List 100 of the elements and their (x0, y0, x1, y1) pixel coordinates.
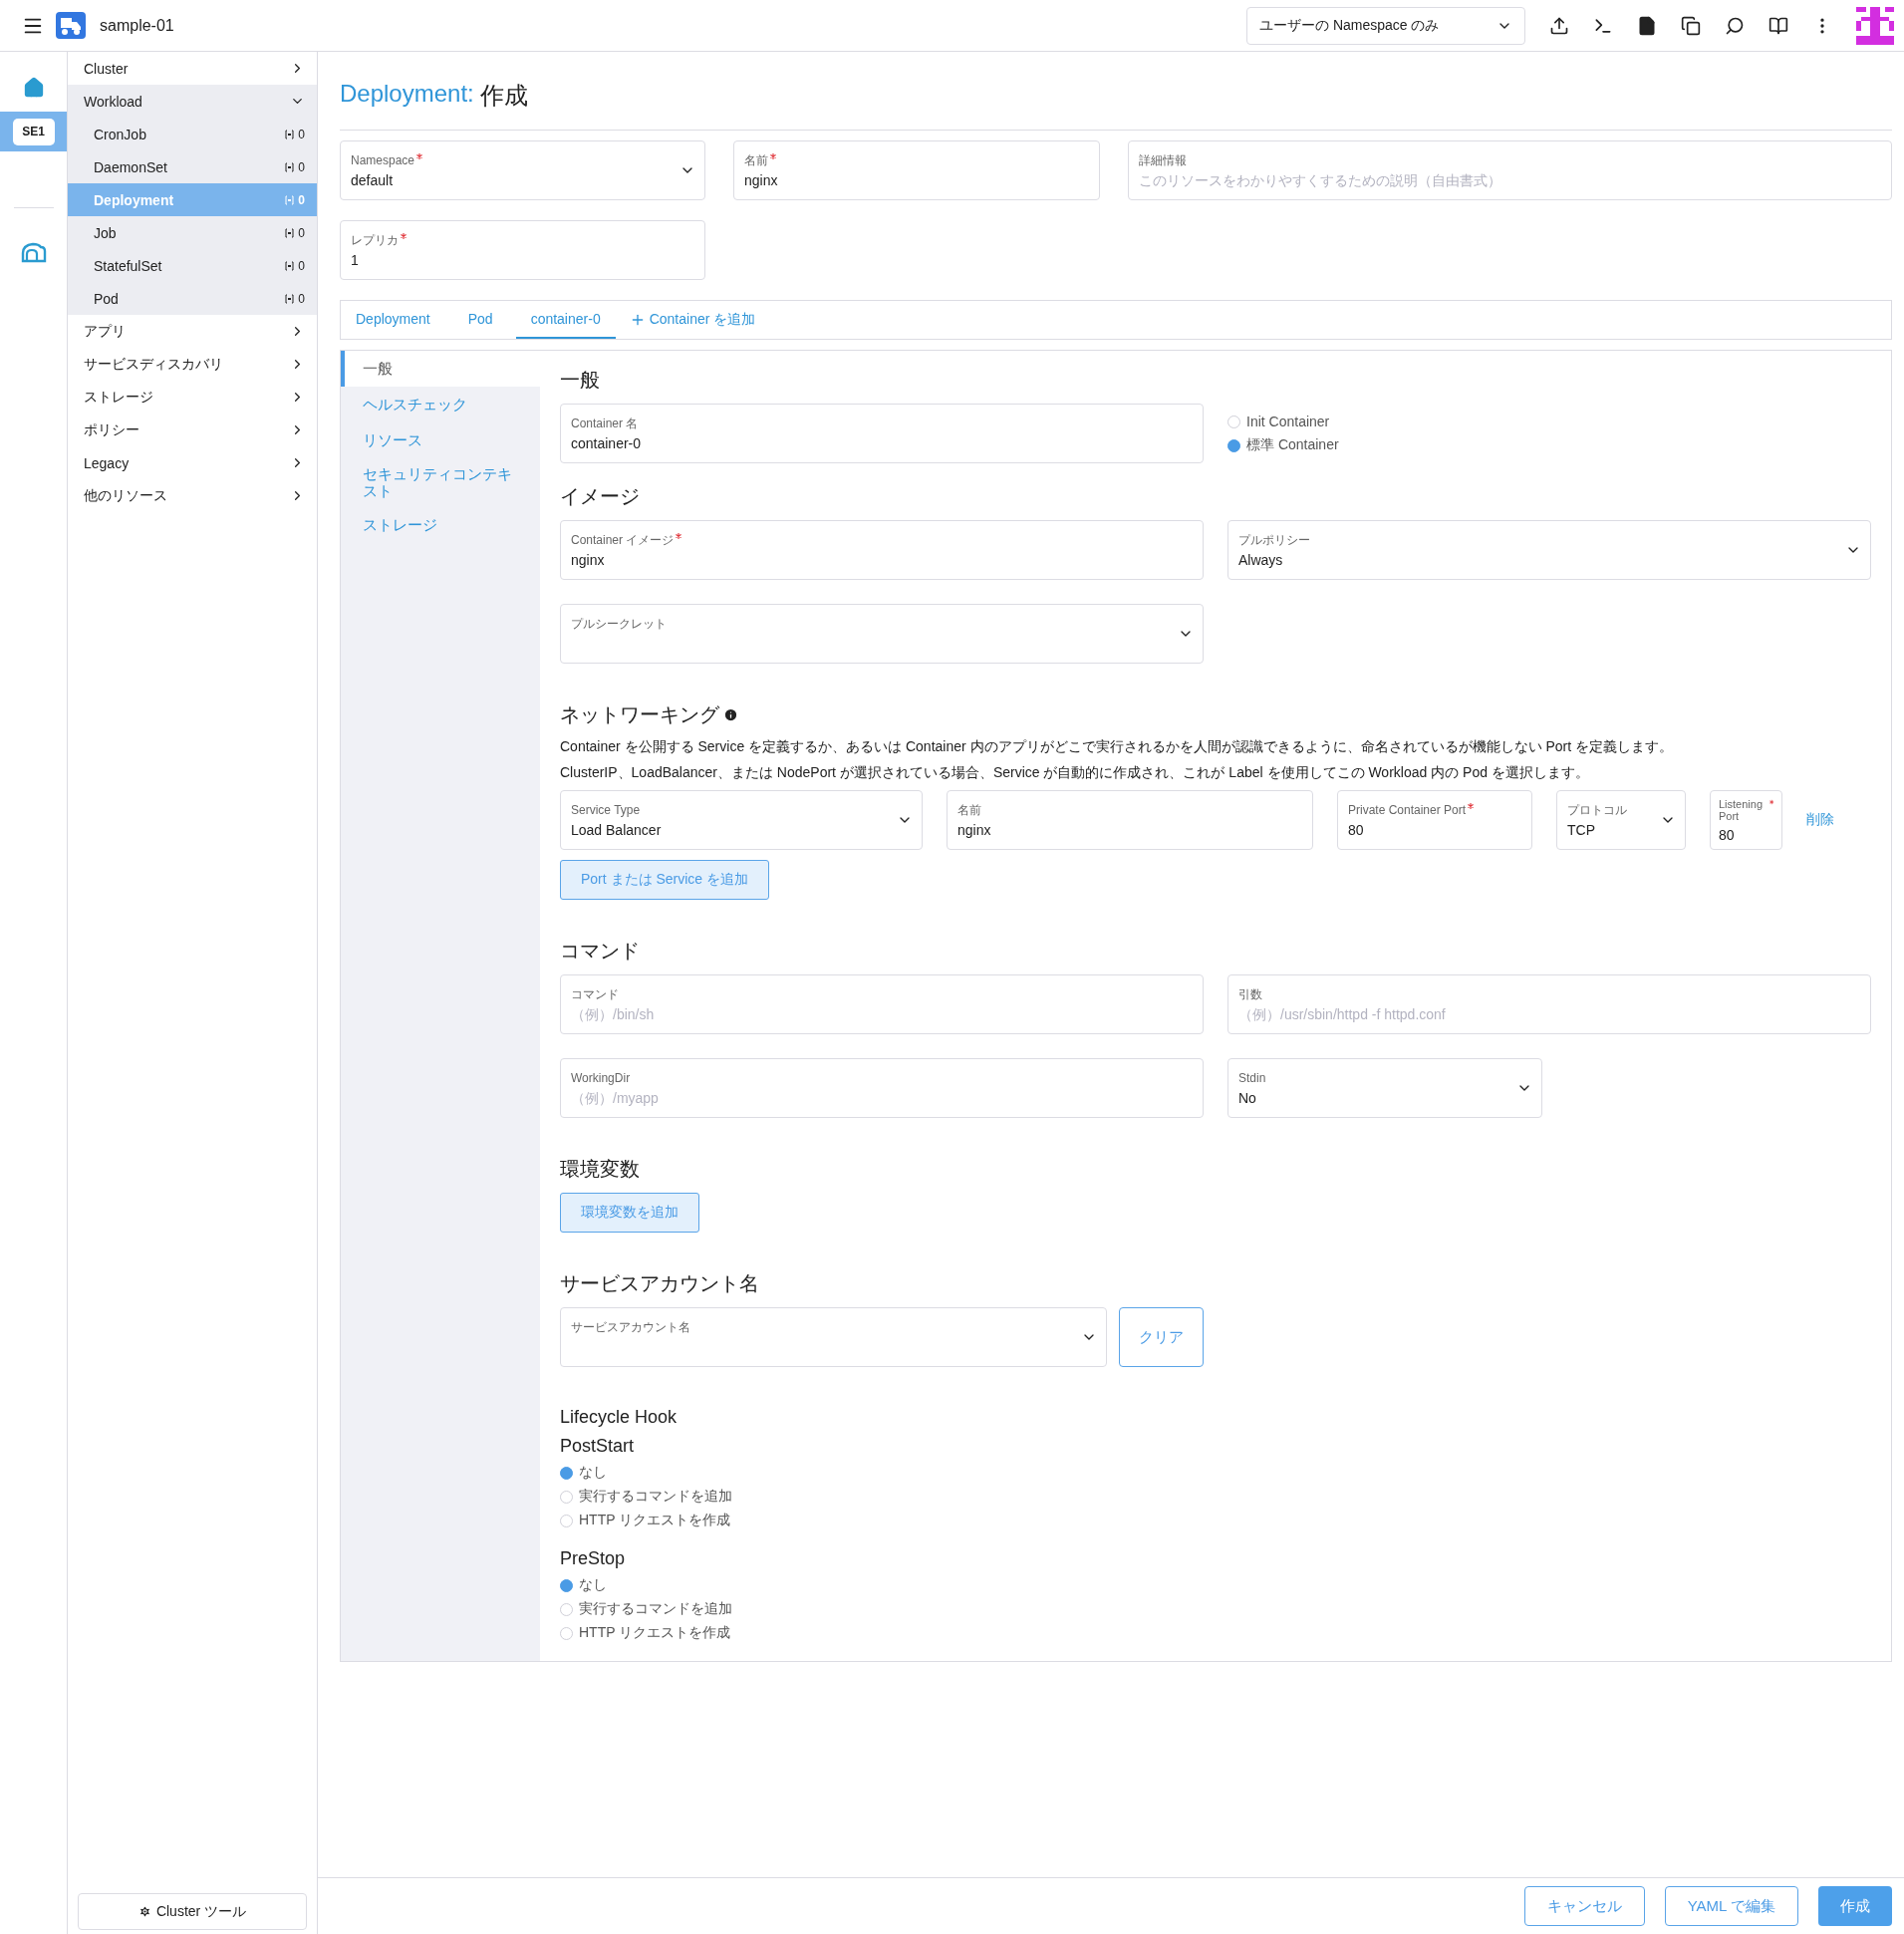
sidebar-item[interactable]: 他のリソース (68, 479, 317, 512)
cluster-badge[interactable]: SE1 (12, 118, 55, 145)
section-heading: Lifecycle Hook (560, 1407, 679, 1428)
info-icon[interactable] (723, 707, 738, 722)
required-icon (676, 533, 682, 539)
section-heading: 環境変数 (560, 1157, 641, 1182)
input-field[interactable]: 詳細情報 このリソースをわかりやすくするための説明（自由書式） (1128, 140, 1892, 200)
radio-label: Init Container (1246, 414, 1330, 429)
section-heading: ネットワーキング (560, 701, 1871, 728)
field-label: Private Container Port (1348, 803, 1521, 818)
section-heading: サービスアカウント名 (560, 1271, 760, 1296)
search-icon[interactable] (1725, 15, 1745, 36)
field-label: サービスアカウント名 (571, 1320, 691, 1335)
cluster-tools-button[interactable]: Cluster ツール (78, 1893, 307, 1930)
field-label: コマンド (571, 987, 620, 1002)
sidebar-item[interactable]: ポリシー (68, 414, 317, 446)
required-icon (1768, 799, 1773, 805)
required-icon (401, 233, 407, 239)
section-nav-item[interactable]: 一般 (341, 351, 540, 387)
radio-option[interactable]: 実行するコマンドを追加 (560, 1489, 1871, 1505)
resource-icon (285, 161, 295, 172)
sidebar-item[interactable]: DaemonSet 0 (68, 150, 317, 183)
input-field[interactable]: Container 名 container-0 (560, 404, 1204, 463)
input-field[interactable]: コマンド （例）/bin/sh (560, 974, 1204, 1034)
input-field[interactable]: 名前 nginx (947, 790, 1313, 850)
sidebar-item[interactable]: Workload (68, 85, 317, 118)
input-field[interactable]: Container イメージ nginx (560, 520, 1204, 580)
input-field[interactable]: 名前 nginx (733, 140, 1100, 200)
description-text: Container を公開する Service を定義するか、あるいは Container 内のアプリがどこで実行されるかを人間が認識できるように、命名されているが機能しない Port を定義します。 (560, 738, 1674, 756)
page-title: Deployment: 作成 (340, 52, 1892, 131)
sidebar-item[interactable]: Pod 0 (68, 282, 317, 315)
field-label: Namespace (351, 153, 694, 168)
resource-icon (285, 129, 295, 139)
dome-icon[interactable] (20, 241, 47, 263)
radio-option[interactable]: なし (560, 1465, 1871, 1481)
subsection-heading: PostStart (560, 1436, 636, 1457)
select-field[interactable]: Service Type Load Balancer (560, 790, 923, 850)
section-heading: イメージ (560, 484, 641, 509)
field-label: プロトコル (1567, 803, 1628, 818)
sidebar-item[interactable]: Job 0 (68, 216, 317, 249)
book-icon[interactable] (1768, 15, 1788, 36)
subsection-heading: PreStop (560, 1548, 627, 1569)
field-label: 名前 (957, 803, 982, 818)
radio-option[interactable]: 標準 Container (1227, 437, 1871, 453)
count-label: 0 (298, 192, 305, 207)
sidebar-item[interactable]: ストレージ (68, 381, 317, 414)
sidebar-item[interactable]: CronJob 0 (68, 118, 317, 150)
resource-icon (285, 194, 295, 205)
sidebar-item[interactable]: アプリ (68, 315, 317, 348)
required-icon (1468, 803, 1475, 809)
field-label: プルポリシー (1238, 533, 1311, 548)
home-icon[interactable] (22, 77, 45, 99)
select-field[interactable]: Stdin No (1227, 1058, 1542, 1118)
file-icon[interactable] (1637, 15, 1657, 36)
radio-option[interactable]: 実行するコマンドを追加 (560, 1601, 1871, 1617)
copy-icon[interactable] (1681, 15, 1701, 36)
input-field[interactable]: Listening Port 80 (1710, 790, 1782, 850)
settings-icon (137, 1905, 151, 1918)
radio-option[interactable]: なし (560, 1577, 1871, 1593)
description-text: ClusterIP、LoadBalancer、または NodePort が選択されている場合、Service が自動的に作成され、これが Label を使用してこの Workload 内の Pod を選択します。 (560, 764, 1590, 782)
radio-option[interactable]: HTTP リクエストを作成 (560, 1625, 1871, 1641)
resource-icon (285, 227, 295, 238)
radio-label: HTTP リクエストを作成 (579, 1624, 731, 1642)
input-field[interactable]: 引数 （例）/usr/sbin/httpd -f httpd.conf (1227, 974, 1871, 1034)
upload-icon[interactable] (1549, 15, 1569, 36)
input-field[interactable]: Private Container Port 80 (1337, 790, 1532, 850)
section-heading: 一般 (560, 368, 601, 393)
count-label: 0 (298, 159, 305, 174)
count-label: 0 (298, 127, 305, 141)
sidebar-item[interactable]: サービスディスカバリ (68, 348, 317, 381)
cluster-name: sample-01 (100, 16, 175, 35)
section-heading: コマンド (560, 939, 641, 964)
sidebar-item[interactable]: Cluster (68, 52, 317, 85)
input-field[interactable]: レプリカ 1 (340, 220, 705, 280)
select-field[interactable]: Namespace default (340, 140, 705, 200)
input-field[interactable]: WorkingDir （例）/myapp (560, 1058, 1204, 1118)
select-field[interactable]: サービスアカウント名 (560, 1307, 1107, 1367)
field-label: Stdin (1238, 1071, 1267, 1086)
radio-label: 実行するコマンドを追加 (579, 1488, 732, 1506)
radio-label: なし (579, 1464, 607, 1482)
radio-option[interactable]: Init Container (1227, 414, 1871, 429)
field-label: Container イメージ (571, 533, 1193, 548)
sidebar-item[interactable]: StatefulSet 0 (68, 249, 317, 282)
field-label: WorkingDir (571, 1071, 632, 1086)
select-field[interactable]: プルシークレット (560, 604, 1204, 664)
resource-icon (285, 293, 295, 304)
field-label: プルシークレット (571, 617, 668, 632)
field-label: Listening Port (1719, 799, 1773, 823)
namespace-filter-select[interactable]: ユーザーの Namespace のみ (1246, 6, 1525, 45)
radio-option[interactable]: HTTP リクエストを作成 (560, 1513, 1871, 1528)
sidebar-item[interactable]: Legacy (68, 446, 317, 479)
avatar-icon[interactable] (1856, 6, 1894, 45)
required-icon (416, 153, 423, 159)
required-icon (770, 153, 776, 159)
field-label: Container 名 (571, 416, 640, 431)
select-field[interactable]: プロトコル TCP (1556, 790, 1686, 850)
radio-label: HTTP リクエストを作成 (579, 1512, 731, 1529)
resource-icon (285, 260, 295, 271)
select-field[interactable]: プルポリシー Always (1227, 520, 1871, 580)
field-label: 名前 (744, 153, 1089, 168)
